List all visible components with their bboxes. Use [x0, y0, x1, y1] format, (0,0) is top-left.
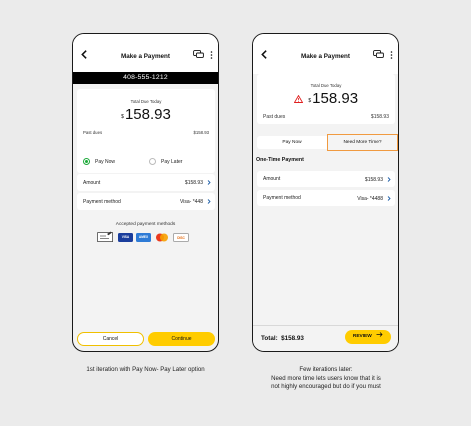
total-footer-label: Total: [261, 335, 278, 342]
chevron-right-icon [387, 196, 391, 201]
chevron-right-icon [207, 199, 211, 204]
total-due-label: Total Due Today [310, 83, 342, 88]
caption-second-line2: Need more time lets users know that it i… [271, 374, 381, 382]
past-dues-label: Past dues [83, 130, 103, 135]
total-due-amount: $158.93 [257, 90, 395, 108]
visa-logo: VISA [118, 232, 133, 242]
chat-icon[interactable] [193, 50, 204, 59]
amount-row[interactable]: Amount $158.93 [77, 174, 215, 191]
warning-icon [293, 94, 304, 103]
caption-second: Few iterations later: Need more time let… [236, 366, 416, 392]
phone-screen-2: Make a Payment Total Due Today $158.93 P… [252, 33, 399, 352]
nav-bar: Make a Payment [73, 34, 218, 74]
amount-row-value: $158.93 [184, 180, 203, 186]
nav-bar: Make a Payment [253, 34, 398, 74]
amex-logo: AMEX [136, 232, 151, 242]
payment-method-value: Visa- *448 [180, 199, 203, 205]
amount-row[interactable]: Amount $158.93 [257, 171, 395, 187]
caption-first: 1st iteration with Pay Now- Pay Later op… [86, 366, 205, 373]
more-options-icon[interactable] [390, 51, 393, 59]
payment-method-row[interactable]: Payment method Visa- *4488 [257, 190, 395, 206]
amount-label: Amount [83, 180, 101, 186]
total-due-card: Total Due Today $158.93 Past dues $158.9… [257, 74, 395, 124]
more-options-icon[interactable] [210, 51, 213, 59]
currency-symbol: $ [121, 114, 124, 120]
caption-second-line1: Few iterations later: [299, 366, 353, 373]
continue-button[interactable]: Continue [148, 332, 215, 346]
pay-now-label: Pay Now [95, 159, 116, 165]
chevron-right-icon [387, 177, 391, 182]
payment-method-logos: VISA AMEX DISC [97, 231, 197, 243]
accepted-payment-methods-label: Accepted payment methods [115, 222, 176, 227]
total-footer: Total: $158.93 [261, 335, 304, 342]
past-dues-value: $158.93 [370, 114, 389, 120]
currency-symbol: $ [308, 98, 312, 104]
amount-row-value: $158.93 [364, 177, 383, 183]
chevron-right-icon [207, 180, 211, 185]
review-button[interactable]: REVIEW [345, 330, 391, 344]
pay-now-radio[interactable] [83, 158, 90, 165]
amount-value: 158.93 [312, 90, 359, 107]
bottom-bar: Total: $158.93 REVIEW [253, 325, 398, 351]
phone-screen-1: Make a Payment 408-555-1212 Total Due To… [72, 33, 219, 352]
amount-label: Amount [263, 176, 281, 182]
mastercard-logo [156, 233, 168, 241]
chat-icon[interactable] [373, 50, 384, 59]
arrow-right-icon [376, 332, 383, 337]
account-phone-number: 408-555-1212 [73, 72, 218, 84]
amount-value: 158.93 [124, 106, 171, 123]
payment-method-label: Payment method [263, 195, 301, 201]
check-icon [97, 231, 113, 242]
payment-method-row[interactable]: Payment method Visa- *448 [77, 193, 215, 210]
past-dues-value: $158.93 [193, 130, 209, 135]
tab-need-more-time[interactable]: Need More Time? [327, 134, 398, 151]
review-button-label: REVIEW [352, 334, 372, 339]
pay-later-radio[interactable] [149, 158, 156, 165]
payment-method-value: Visa- *4488 [357, 196, 383, 202]
discover-logo: DISC [173, 232, 189, 242]
total-due-label: Total Due Today [130, 99, 162, 104]
section-title: One-Time Payment [256, 157, 304, 163]
payment-method-label: Payment method [83, 199, 121, 205]
total-due-amount: $158.93 [77, 106, 215, 124]
past-dues-label: Past dues [263, 114, 286, 120]
pay-later-label: Pay Later [161, 159, 183, 165]
payment-timing-tabs: Pay Now Need More Time? [257, 134, 398, 151]
caption-second-line3: not highly encouraged but do if you must [271, 383, 381, 391]
tab-pay-now[interactable]: Pay Now [257, 136, 327, 149]
cancel-button[interactable]: Cancel [77, 332, 144, 346]
total-footer-value: $158.93 [281, 335, 304, 342]
